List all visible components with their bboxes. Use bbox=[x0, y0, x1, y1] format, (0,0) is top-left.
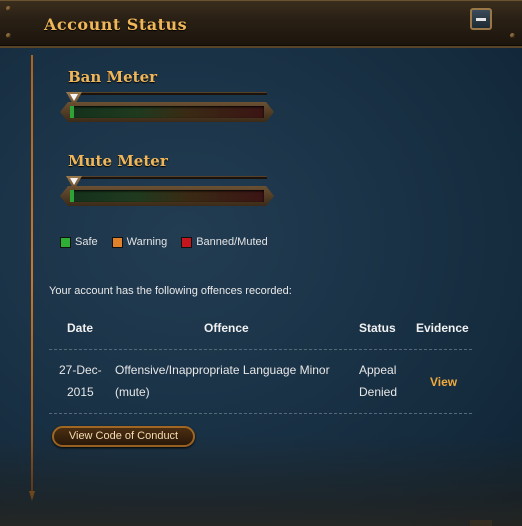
warning-swatch bbox=[111, 236, 123, 248]
rivet-decoration bbox=[6, 33, 11, 38]
column-header-date: Date bbox=[67, 321, 94, 335]
panel-header: Account Status bbox=[0, 0, 522, 48]
minus-icon bbox=[476, 18, 486, 21]
meter-top-line bbox=[67, 176, 267, 179]
ban-meter bbox=[60, 92, 274, 128]
offence-status-line2: Denied bbox=[359, 385, 398, 399]
table-divider bbox=[49, 413, 472, 414]
mute-meter bbox=[60, 176, 274, 212]
offences-intro-text: Your account has the following offences … bbox=[49, 285, 292, 297]
column-header-offence: Offence bbox=[204, 321, 249, 335]
meter-top-line bbox=[67, 92, 267, 95]
view-evidence-link[interactable]: View bbox=[430, 375, 457, 389]
account-status-panel: Account Status Ban Meter Mute Meter Safe… bbox=[0, 0, 522, 526]
view-code-of-conduct-button[interactable]: View Code of Conduct bbox=[52, 426, 195, 447]
banned-muted-swatch bbox=[181, 236, 193, 248]
ban-meter-title: Ban Meter bbox=[68, 68, 158, 86]
panel-corner-decoration bbox=[470, 520, 492, 526]
collapse-button[interactable] bbox=[470, 8, 492, 30]
offence-date-line1: 27-Dec- bbox=[59, 363, 102, 377]
legend-item-banned-muted: Banned/Muted bbox=[181, 236, 268, 248]
legend-item-warning: Warning bbox=[111, 236, 168, 248]
ban-meter-fill bbox=[70, 106, 74, 118]
offence-date-line2: 2015 bbox=[67, 385, 94, 399]
meter-track bbox=[70, 106, 264, 118]
legend-item-safe: Safe bbox=[60, 236, 98, 248]
rivet-decoration bbox=[510, 33, 515, 38]
offence-description-line2: (mute) bbox=[115, 385, 150, 399]
panel-title: Account Status bbox=[44, 15, 188, 34]
legend-label: Banned/Muted bbox=[196, 236, 268, 248]
column-header-evidence: Evidence bbox=[416, 321, 469, 335]
mute-meter-fill bbox=[70, 190, 74, 202]
meter-legend: Safe Warning Banned/Muted bbox=[60, 236, 268, 248]
offence-description-line1: Offensive/Inappropriate Language Minor bbox=[115, 363, 330, 377]
safe-swatch bbox=[60, 236, 71, 248]
decorative-side-bar bbox=[31, 55, 33, 495]
meter-track bbox=[70, 190, 264, 202]
offence-status-line1: Appeal bbox=[359, 363, 397, 377]
table-divider bbox=[49, 349, 472, 350]
mute-meter-title: Mute Meter bbox=[68, 152, 168, 170]
legend-label: Safe bbox=[75, 236, 98, 248]
legend-label: Warning bbox=[126, 236, 168, 248]
rivet-decoration bbox=[6, 6, 11, 11]
column-header-status: Status bbox=[359, 321, 396, 335]
